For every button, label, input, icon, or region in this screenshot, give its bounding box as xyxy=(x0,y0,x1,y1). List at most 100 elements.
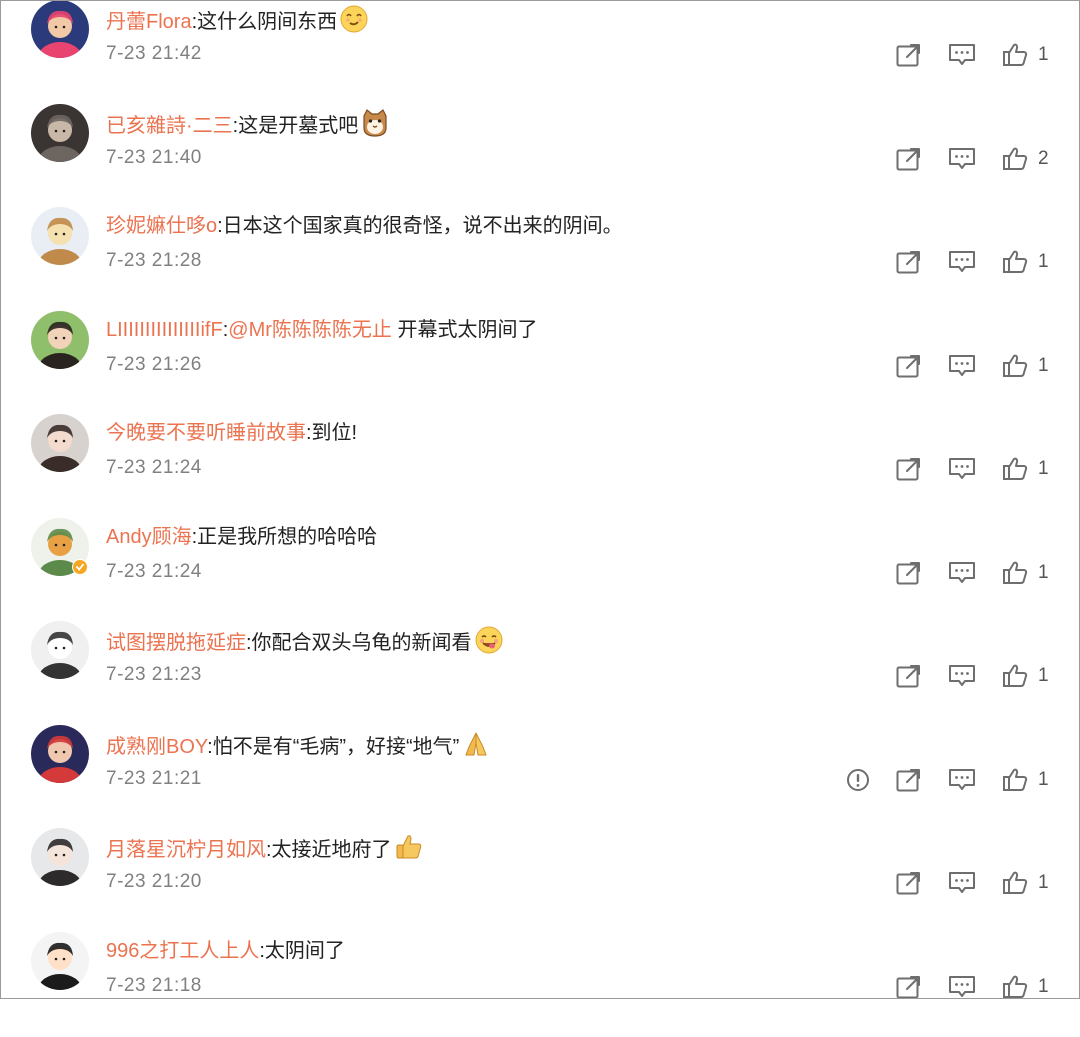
like-button[interactable]: 1 xyxy=(1002,663,1050,689)
comment-icon[interactable] xyxy=(948,457,976,481)
like-count: 1 xyxy=(1038,665,1050,687)
comment-body: :正是我所想的哈哈哈 xyxy=(192,526,378,548)
forward-icon[interactable] xyxy=(896,43,922,67)
report-icon[interactable] xyxy=(846,768,870,792)
comment-icon[interactable] xyxy=(948,561,976,585)
forward-icon[interactable] xyxy=(896,250,922,274)
comment-text: 丹蕾Flora:这什么阴间东西 xyxy=(106,4,369,37)
forward-icon[interactable] xyxy=(896,664,922,688)
forward-icon[interactable] xyxy=(896,871,922,895)
comment-item: 试图摆脱拖延症:你配合双头乌龟的新闻看7-23 21:231 xyxy=(0,623,1080,727)
avatar[interactable] xyxy=(31,932,89,990)
like-count: 1 xyxy=(1038,355,1050,377)
forward-icon[interactable] xyxy=(896,147,922,171)
thumbs-up-icon xyxy=(1002,560,1028,586)
comment-text: Andy顾海:正是我所想的哈哈哈 xyxy=(106,522,377,552)
comment-actions: 1 xyxy=(870,868,1050,898)
thumbs-up-icon xyxy=(1002,42,1028,68)
comment-text: 试图摆脱拖延症:你配合双头乌龟的新闻看 xyxy=(106,625,504,658)
avatar[interactable] xyxy=(31,104,89,162)
like-button[interactable]: 1 xyxy=(1002,42,1050,68)
comment-text: 珍妮嫲仕哆o:日本这个国家真的很奇怪，说不出来的阴间。 xyxy=(106,211,623,241)
avatar[interactable] xyxy=(31,311,89,369)
thumbs-up-icon xyxy=(1002,353,1028,379)
comment-item: 今晚要不要听睡前故事:到位!7-23 21:241 xyxy=(0,416,1080,520)
thumbs-up-icon xyxy=(1002,249,1028,275)
like-button[interactable]: 1 xyxy=(1002,767,1050,793)
forward-icon[interactable] xyxy=(896,457,922,481)
avatar[interactable] xyxy=(31,414,89,472)
comment-icon[interactable] xyxy=(948,768,976,792)
username-link[interactable]: LIIIIIIIIIIIIIIIifF xyxy=(106,319,223,341)
comment-body: :这是开墓式吧 xyxy=(233,115,359,137)
comment-item: LIIIIIIIIIIIIIIIifF:@Mr陈陈陈陈无止 开幕式太阴间了7-2… xyxy=(0,313,1080,417)
comment-item: 丹蕾Flora:这什么阴间东西7-23 21:421 xyxy=(0,2,1080,106)
comment-timestamp: 7-23 21:40 xyxy=(106,144,202,172)
avatar[interactable] xyxy=(31,828,89,886)
comment-icon[interactable] xyxy=(948,354,976,378)
comment-body: :这什么阴间东西 xyxy=(192,11,338,33)
like-button[interactable]: 1 xyxy=(1002,560,1050,586)
comment-body: :日本这个国家真的很奇怪，说不出来的阴间。 xyxy=(217,215,623,237)
avatar[interactable] xyxy=(31,621,89,679)
forward-icon[interactable] xyxy=(896,975,922,999)
comment-actions: 1 xyxy=(870,40,1050,70)
avatar[interactable] xyxy=(31,207,89,265)
like-button[interactable]: 1 xyxy=(1002,456,1050,482)
like-count: 1 xyxy=(1038,872,1050,894)
thumbs-up-icon xyxy=(1002,663,1028,689)
comment-timestamp: 7-23 21:21 xyxy=(106,765,202,793)
comment-timestamp: 7-23 21:28 xyxy=(106,247,202,275)
comment-actions: 1 xyxy=(870,558,1050,588)
comment-body: :太阴间了 xyxy=(259,940,345,962)
avatar[interactable] xyxy=(31,725,89,783)
comment-icon[interactable] xyxy=(948,871,976,895)
smirk-emoji-icon xyxy=(339,4,369,34)
username-link[interactable]: 成熟刚BOY xyxy=(106,736,207,758)
comment-icon[interactable] xyxy=(948,43,976,67)
comment-icon[interactable] xyxy=(948,250,976,274)
forward-icon[interactable] xyxy=(896,768,922,792)
verified-badge-icon xyxy=(72,559,88,575)
comment-text: 成熟刚BOY:怕不是有“毛病”，好接“地气” xyxy=(106,729,491,762)
thumbs-up-icon xyxy=(1002,870,1028,896)
comment-actions: 1 xyxy=(870,247,1050,277)
username-link[interactable]: 月落星沉柠月如风 xyxy=(106,839,266,861)
username-link[interactable]: 996之打工人上人 xyxy=(106,940,259,962)
comment-icon[interactable] xyxy=(948,664,976,688)
comment-item: 成熟刚BOY:怕不是有“毛病”，好接“地气” 7-23 21:21 1 xyxy=(0,727,1080,831)
comment-body: :你配合双头乌龟的新闻看 xyxy=(246,632,472,654)
username-link[interactable]: 今晚要不要听睡前故事 xyxy=(106,422,306,444)
comment-actions: 1 xyxy=(870,972,1050,1002)
comment-timestamp: 7-23 21:26 xyxy=(106,351,202,379)
like-button[interactable]: 2 xyxy=(1002,146,1050,172)
like-count: 1 xyxy=(1038,458,1050,480)
username-link[interactable]: 珍妮嫲仕哆o xyxy=(106,215,217,237)
comment-timestamp: 7-23 21:18 xyxy=(106,972,202,1000)
like-button[interactable]: 1 xyxy=(1002,249,1050,275)
comment-text: 996之打工人上人:太阴间了 xyxy=(106,936,345,966)
like-count: 1 xyxy=(1038,251,1050,273)
like-button[interactable]: 1 xyxy=(1002,974,1050,1000)
comment-item: 月落星沉柠月如风:太接近地府了7-23 21:201 xyxy=(0,830,1080,934)
comment-body: :太接近地府了 xyxy=(266,839,392,861)
thumbs-up-icon xyxy=(1002,146,1028,172)
comment-actions: 1 xyxy=(870,661,1050,691)
forward-icon[interactable] xyxy=(896,561,922,585)
yummy-emoji-icon xyxy=(474,625,504,655)
comment-list: 丹蕾Flora:这什么阴间东西7-23 21:421 已亥雜詩·二三:这是开墓式… xyxy=(0,2,1080,1037)
like-button[interactable]: 1 xyxy=(1002,870,1050,896)
username-link[interactable]: Andy顾海 xyxy=(106,526,192,548)
comment-icon[interactable] xyxy=(948,147,976,171)
comment-item: 996之打工人上人:太阴间了 7-23 21:18 1 xyxy=(0,934,1080,1037)
forward-icon[interactable] xyxy=(896,354,922,378)
thumbs-up-icon xyxy=(1002,767,1028,793)
like-button[interactable]: 1 xyxy=(1002,353,1050,379)
username-link[interactable]: 已亥雜詩·二三 xyxy=(106,115,233,137)
like-count: 1 xyxy=(1038,976,1050,998)
mention-link[interactable]: @Mr陈陈陈陈无止 xyxy=(228,319,392,341)
comment-icon[interactable] xyxy=(948,975,976,999)
username-link[interactable]: 试图摆脱拖延症 xyxy=(106,632,246,654)
username-link[interactable]: 丹蕾Flora xyxy=(106,11,192,33)
avatar[interactable] xyxy=(31,0,89,58)
